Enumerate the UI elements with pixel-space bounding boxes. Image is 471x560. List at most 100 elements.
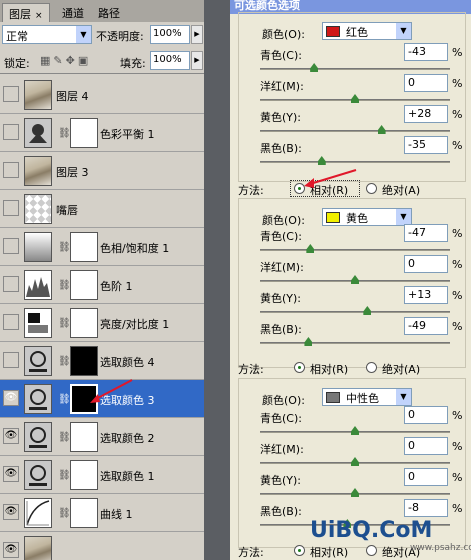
eye-icon[interactable]: 👁 xyxy=(3,428,19,444)
percent-sign: % xyxy=(452,258,463,271)
layer-mask-thumbnail xyxy=(70,498,98,528)
tab-channels[interactable]: 通道 xyxy=(56,3,90,22)
layer-row[interactable]: 嘴唇 xyxy=(0,190,204,228)
layer-row[interactable]: ⛓ 色阶 1 xyxy=(0,266,204,304)
blend-mode-select[interactable]: 正常 ▼ xyxy=(2,25,92,44)
param-input[interactable]: 0 xyxy=(404,437,448,455)
slider-track[interactable] xyxy=(260,130,450,132)
layer-name[interactable]: 选取颜色 1 xyxy=(100,468,155,484)
layer-name[interactable]: 图层 3 xyxy=(56,164,89,180)
slider-knob[interactable] xyxy=(304,337,313,346)
link-icon[interactable]: ⛓ xyxy=(58,318,71,329)
tab-layers[interactable]: 图层 × xyxy=(2,3,50,22)
chevron-down-icon[interactable]: ▼ xyxy=(396,389,411,405)
opacity-value: 100% xyxy=(153,28,182,39)
layer-row[interactable]: ⛓ 色相/饱和度 1 xyxy=(0,228,204,266)
layer-row[interactable]: 图层 3 xyxy=(0,152,204,190)
link-icon[interactable]: ⛓ xyxy=(58,242,71,253)
slider-track[interactable] xyxy=(260,311,450,313)
layer-name[interactable]: 选取颜色 4 xyxy=(100,354,155,370)
param-input[interactable]: -35 xyxy=(404,136,448,154)
layer-row[interactable]: ⛓ 选取颜色 4 xyxy=(0,342,204,380)
slider-knob[interactable] xyxy=(377,125,386,134)
slider-track[interactable] xyxy=(260,161,450,163)
link-icon[interactable]: ⛓ xyxy=(58,470,71,481)
percent-sign: % xyxy=(452,440,463,453)
slider-track[interactable] xyxy=(260,342,450,344)
slider-knob[interactable] xyxy=(351,275,359,284)
fill-arrow-icon[interactable]: ▶ xyxy=(191,51,203,70)
eye-icon[interactable]: 👁 xyxy=(3,466,19,482)
visibility-toggle[interactable] xyxy=(3,162,19,178)
layer-row[interactable]: 👁 ⛓ 曲线 1 xyxy=(0,494,204,532)
visibility-toggle[interactable] xyxy=(3,352,19,368)
layer-row[interactable]: 👁 ⛓ 选取颜色 2 xyxy=(0,418,204,456)
tab-paths[interactable]: 路径 xyxy=(92,3,126,22)
layer-name[interactable]: 曲线 1 xyxy=(100,506,133,522)
slider-knob[interactable] xyxy=(351,457,359,466)
param-input[interactable]: -47 xyxy=(404,224,448,242)
slider-knob[interactable] xyxy=(363,306,372,315)
visibility-toggle[interactable] xyxy=(3,238,19,254)
slider-track[interactable] xyxy=(260,68,450,70)
color-select[interactable]: 中性色 ▼ xyxy=(322,388,412,406)
layer-name[interactable]: 嘴唇 xyxy=(56,202,78,218)
link-icon[interactable]: ⛓ xyxy=(58,280,71,291)
layer-row[interactable]: 图层 4 xyxy=(0,76,204,114)
visibility-toggle[interactable] xyxy=(3,124,19,140)
link-icon[interactable]: ⛓ xyxy=(58,432,71,443)
eye-icon[interactable]: 👁 xyxy=(3,504,19,520)
layer-name[interactable]: 选取颜色 2 xyxy=(100,430,155,446)
slider-knob[interactable] xyxy=(351,94,359,103)
param-input[interactable]: -43 xyxy=(404,43,448,61)
layer-name[interactable]: 色相/饱和度 1 xyxy=(100,240,169,256)
layer-row[interactable]: 👁 xyxy=(0,532,204,560)
opacity-input[interactable]: 100% xyxy=(150,25,190,44)
visibility-toggle[interactable] xyxy=(3,276,19,292)
slider-knob[interactable] xyxy=(310,63,319,72)
visibility-toggle[interactable] xyxy=(3,314,19,330)
visibility-toggle[interactable] xyxy=(3,86,19,102)
layer-name[interactable]: 色阶 1 xyxy=(100,278,133,294)
lock-options-icons[interactable]: ▦✎✥▣ xyxy=(40,54,91,67)
slider-knob[interactable] xyxy=(317,156,326,165)
link-icon[interactable]: ⛓ xyxy=(58,394,71,405)
link-icon[interactable]: ⛓ xyxy=(58,356,71,367)
param-value: 0 xyxy=(408,257,415,270)
layer-row[interactable]: ⛓ 亮度/对比度 1 xyxy=(0,304,204,342)
opacity-arrow-icon[interactable]: ▶ xyxy=(191,25,203,44)
color-select[interactable]: 红色 ▼ xyxy=(322,22,412,40)
absolute-radio[interactable] xyxy=(366,362,377,373)
slider-knob[interactable] xyxy=(306,244,315,253)
close-icon[interactable]: × xyxy=(35,11,43,21)
eye-icon[interactable]: 👁 xyxy=(3,542,19,558)
absolute-radio[interactable] xyxy=(366,183,377,194)
chevron-down-icon[interactable]: ▼ xyxy=(396,209,411,225)
layer-row[interactable]: ⛓ 色彩平衡 1 xyxy=(0,114,204,152)
layer-row-selected[interactable]: 👁 ⛓ 选取颜色 3 xyxy=(0,380,204,418)
param-input[interactable]: 0 xyxy=(404,74,448,92)
slider-track[interactable] xyxy=(260,249,450,251)
param-input[interactable]: +28 xyxy=(404,105,448,123)
param-input[interactable]: -49 xyxy=(404,317,448,335)
visibility-toggle[interactable] xyxy=(3,200,19,216)
chevron-down-icon[interactable]: ▼ xyxy=(76,26,91,43)
param-input[interactable]: 0 xyxy=(404,406,448,424)
slider-knob[interactable] xyxy=(351,488,359,497)
layer-name[interactable]: 亮度/对比度 1 xyxy=(100,316,169,332)
layer-row[interactable]: 👁 ⛓ 选取颜色 1 xyxy=(0,456,204,494)
layer-name[interactable]: 选取颜色 3 xyxy=(100,392,155,408)
link-icon[interactable]: ⛓ xyxy=(58,508,71,519)
slider-knob[interactable] xyxy=(351,426,359,435)
fill-input[interactable]: 100% xyxy=(150,51,190,70)
eye-icon[interactable]: 👁 xyxy=(3,390,19,406)
chevron-down-icon[interactable]: ▼ xyxy=(396,23,411,39)
param-input[interactable]: 0 xyxy=(404,255,448,273)
param-input[interactable]: 0 xyxy=(404,468,448,486)
param-input[interactable]: +13 xyxy=(404,286,448,304)
relative-radio[interactable] xyxy=(294,362,305,373)
layer-name[interactable]: 色彩平衡 1 xyxy=(100,126,155,142)
link-icon[interactable]: ⛓ xyxy=(58,128,71,139)
layer-thumbnail xyxy=(24,156,52,186)
layer-name[interactable]: 图层 4 xyxy=(56,88,89,104)
